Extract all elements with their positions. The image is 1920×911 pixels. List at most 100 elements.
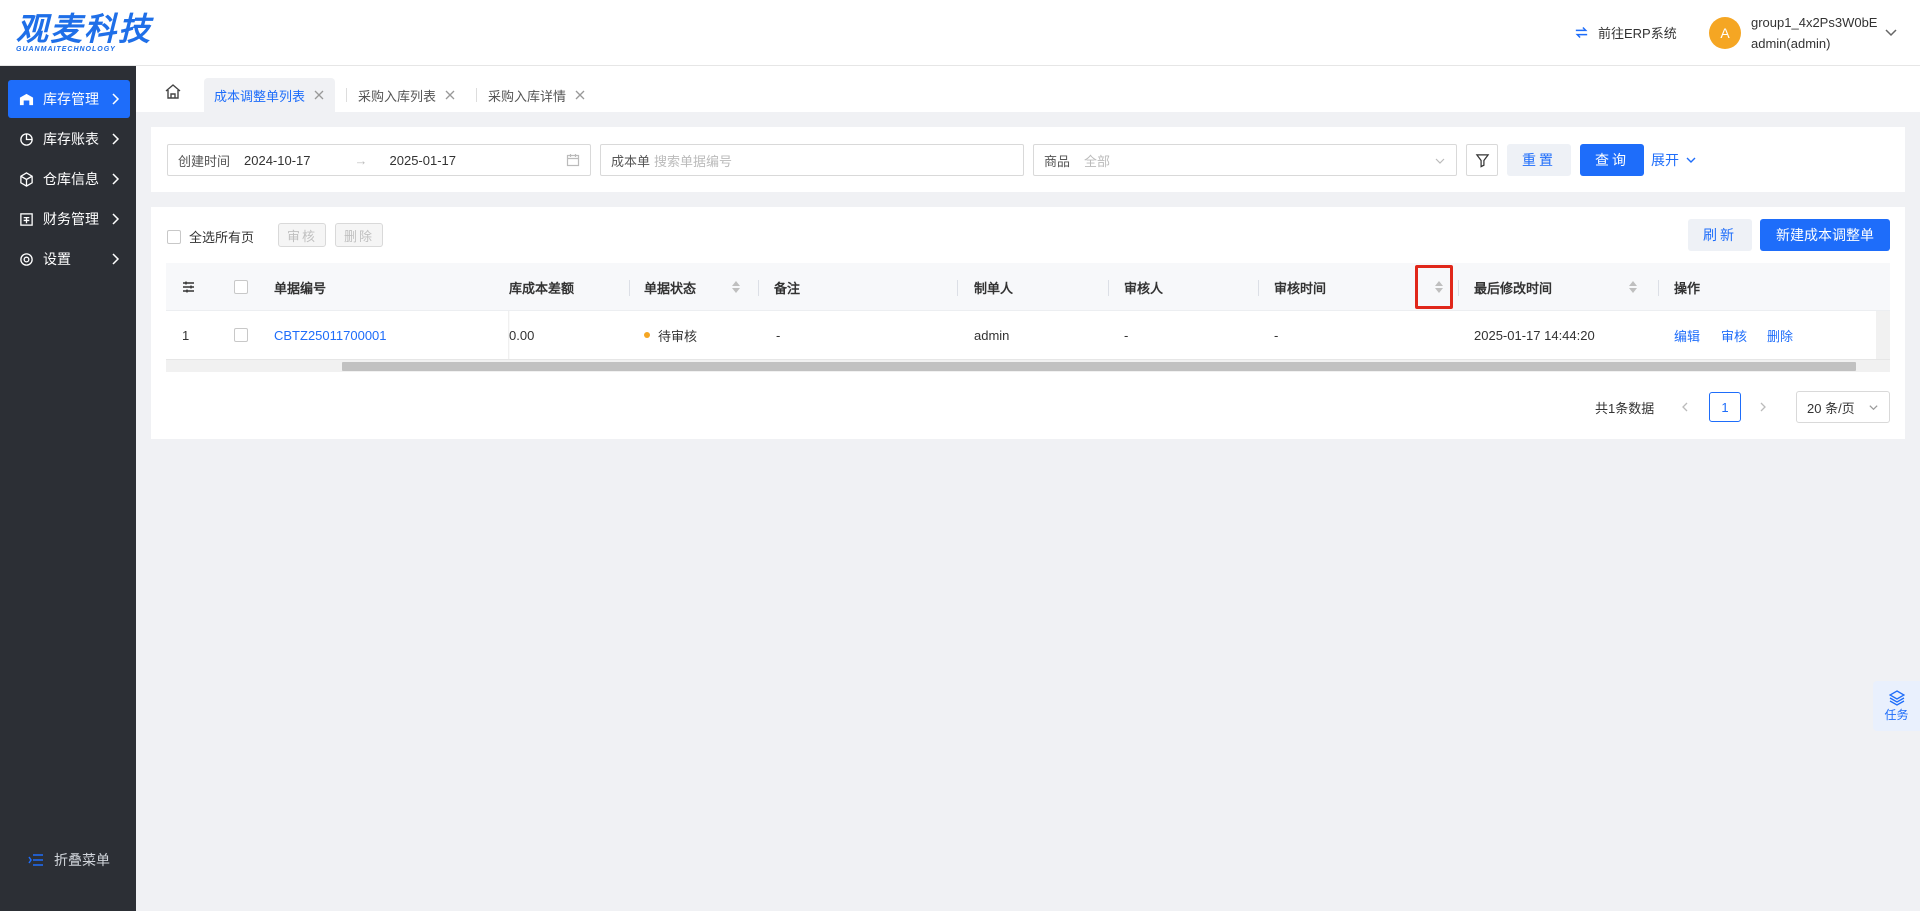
expand-label: 展开	[1651, 152, 1679, 168]
sort-icon[interactable]	[731, 279, 741, 295]
collapse-menu-button[interactable]: 折叠菜单	[28, 850, 110, 870]
page-size-value: 20 条/页	[1807, 400, 1855, 416]
sidebar-item-finance[interactable]: 财务管理	[8, 200, 130, 238]
arrow-right-icon: →	[354, 152, 368, 168]
sidebar-item-label: 仓库信息	[43, 171, 99, 187]
tab-divider	[476, 88, 477, 102]
select-all-pages[interactable]: 全选所有页	[167, 227, 254, 246]
close-icon[interactable]	[313, 89, 325, 101]
batch-delete-button[interactable]: 删除	[335, 223, 383, 247]
chevron-left-icon[interactable]	[1679, 401, 1691, 413]
close-icon[interactable]	[574, 89, 586, 101]
edit-link[interactable]: 编辑	[1674, 311, 1700, 359]
box-icon	[18, 171, 34, 187]
erp-system-link[interactable]: 前往ERP系统	[1573, 23, 1677, 42]
reset-button[interactable]: 重置	[1507, 144, 1571, 176]
table-row: 1 CBTZ25011700001 0.00 待审核 - admin - - 2…	[166, 311, 1890, 359]
date-start[interactable]: 2024-10-17	[244, 153, 311, 168]
sidebar: 库存管理 库存账表 仓库信息 财务管理 设置 折叠菜单	[0, 66, 136, 911]
order-no-link[interactable]: CBTZ25011700001	[274, 311, 387, 359]
sidebar-item-inventory-report[interactable]: 库存账表	[8, 120, 130, 158]
table-panel: 全选所有页 审核 删除 刷新 新建成本调整单 单据编号 库成本差额 单据状态 备…	[151, 207, 1905, 439]
task-label: 任务	[1884, 707, 1909, 722]
filter-button[interactable]	[1466, 144, 1498, 176]
chevron-right-icon	[112, 253, 120, 265]
expand-toggle[interactable]: 展开	[1651, 150, 1697, 170]
sidebar-item-label: 设置	[43, 251, 71, 267]
task-float-button[interactable]: 任务	[1873, 681, 1920, 731]
sidebar-item-inventory[interactable]: 库存管理	[8, 80, 130, 118]
sort-icon[interactable]	[1628, 279, 1638, 295]
settings-sliders-icon	[183, 281, 194, 293]
new-cost-adjust-button[interactable]: 新建成本调整单	[1760, 219, 1890, 251]
header-cost-diff: 库成本差额	[509, 280, 575, 296]
logo-text: 观麦科技	[16, 10, 153, 48]
horizontal-scroll-thumb[interactable]	[342, 362, 1856, 371]
audit-link[interactable]: 审核	[1721, 311, 1747, 359]
audit-time-value: -	[1274, 327, 1279, 343]
tab-bar: 成本调整单列表 采购入库列表 采购入库详情	[136, 66, 1920, 112]
layers-icon	[1888, 689, 1905, 706]
page-size-select[interactable]: 20 条/页	[1796, 391, 1890, 423]
refresh-button[interactable]: 刷新	[1688, 219, 1752, 251]
user-name: admin(admin)	[1751, 36, 1831, 51]
status-badge: 待审核	[644, 311, 697, 359]
home-icon[interactable]	[164, 83, 182, 101]
horizontal-scrollbar[interactable]	[166, 359, 1890, 372]
vertical-scrollbar[interactable]	[1876, 311, 1890, 359]
warehouse-icon	[18, 91, 34, 107]
sidebar-item-label: 库存管理	[43, 91, 99, 107]
remark-value: -	[776, 327, 781, 343]
date-label: 创建时间	[178, 153, 231, 169]
chevron-down-icon	[1435, 158, 1445, 164]
tab-divider	[346, 88, 347, 102]
user-menu[interactable]: A group1_4x2Ps3W0bE admin(admin)	[1709, 12, 1877, 54]
logo: 观麦科技 GUANMAITECHNOLOGY	[16, 12, 152, 53]
order-search-field[interactable]: 成本单 搜索单据编号	[600, 144, 1024, 176]
sidebar-item-settings[interactable]: 设置	[8, 240, 130, 278]
header-select-all[interactable]	[234, 263, 248, 311]
close-icon[interactable]	[444, 89, 456, 101]
column-settings[interactable]	[182, 263, 195, 311]
goods-value: 全部	[1084, 153, 1111, 169]
chevron-right-icon	[112, 133, 120, 145]
header-order-no: 单据编号	[274, 280, 327, 296]
row-checkbox[interactable]	[234, 328, 248, 342]
header-status: 单据状态	[644, 280, 697, 296]
order-search-input[interactable]: 搜索单据编号	[654, 151, 732, 170]
date-end[interactable]: 2025-01-17	[390, 153, 457, 168]
chevron-down-icon	[1869, 405, 1878, 411]
sort-icon[interactable]	[1434, 279, 1444, 295]
row-select[interactable]	[234, 311, 248, 359]
header-checkbox[interactable]	[234, 280, 248, 294]
chevron-right-icon	[112, 93, 120, 105]
date-range-picker[interactable]: 创建时间 2024-10-17 → 2025-01-17	[167, 144, 591, 176]
filter-panel: 创建时间 2024-10-17 → 2025-01-17 成本单 搜索单据编号 …	[151, 127, 1905, 192]
filter-icon	[1475, 153, 1489, 168]
delete-link[interactable]: 删除	[1767, 311, 1793, 359]
sidebar-item-warehouse-info[interactable]: 仓库信息	[8, 160, 130, 198]
tab-purchase-in-list[interactable]: 采购入库列表	[348, 78, 466, 112]
column-divider	[1458, 280, 1459, 296]
tab-purchase-in-detail[interactable]: 采购入库详情	[478, 78, 596, 112]
batch-audit-button[interactable]: 审核	[278, 223, 326, 247]
tab-cost-adjust-list[interactable]: 成本调整单列表	[204, 78, 336, 112]
page-number-current[interactable]: 1	[1709, 392, 1741, 422]
calendar-icon	[566, 154, 580, 167]
chevron-right-icon[interactable]	[1757, 401, 1769, 413]
row-index: 1	[182, 327, 190, 343]
query-button[interactable]: 查询	[1580, 144, 1644, 176]
header-audit-time: 审核时间	[1274, 280, 1327, 296]
column-divider	[629, 280, 630, 296]
chevron-down-icon[interactable]	[1883, 24, 1899, 40]
goods-select[interactable]: 商品 全部	[1033, 144, 1457, 176]
tab-label: 采购入库列表	[358, 88, 437, 104]
creator-value: admin	[974, 327, 1010, 343]
select-all-checkbox[interactable]	[167, 229, 181, 244]
pagination-total: 共1条数据	[1595, 401, 1655, 416]
column-divider	[957, 280, 958, 296]
column-divider	[1108, 280, 1109, 296]
header-auditor: 审核人	[1124, 280, 1164, 296]
chevron-down-icon	[1686, 157, 1696, 163]
avatar: A	[1709, 17, 1741, 49]
